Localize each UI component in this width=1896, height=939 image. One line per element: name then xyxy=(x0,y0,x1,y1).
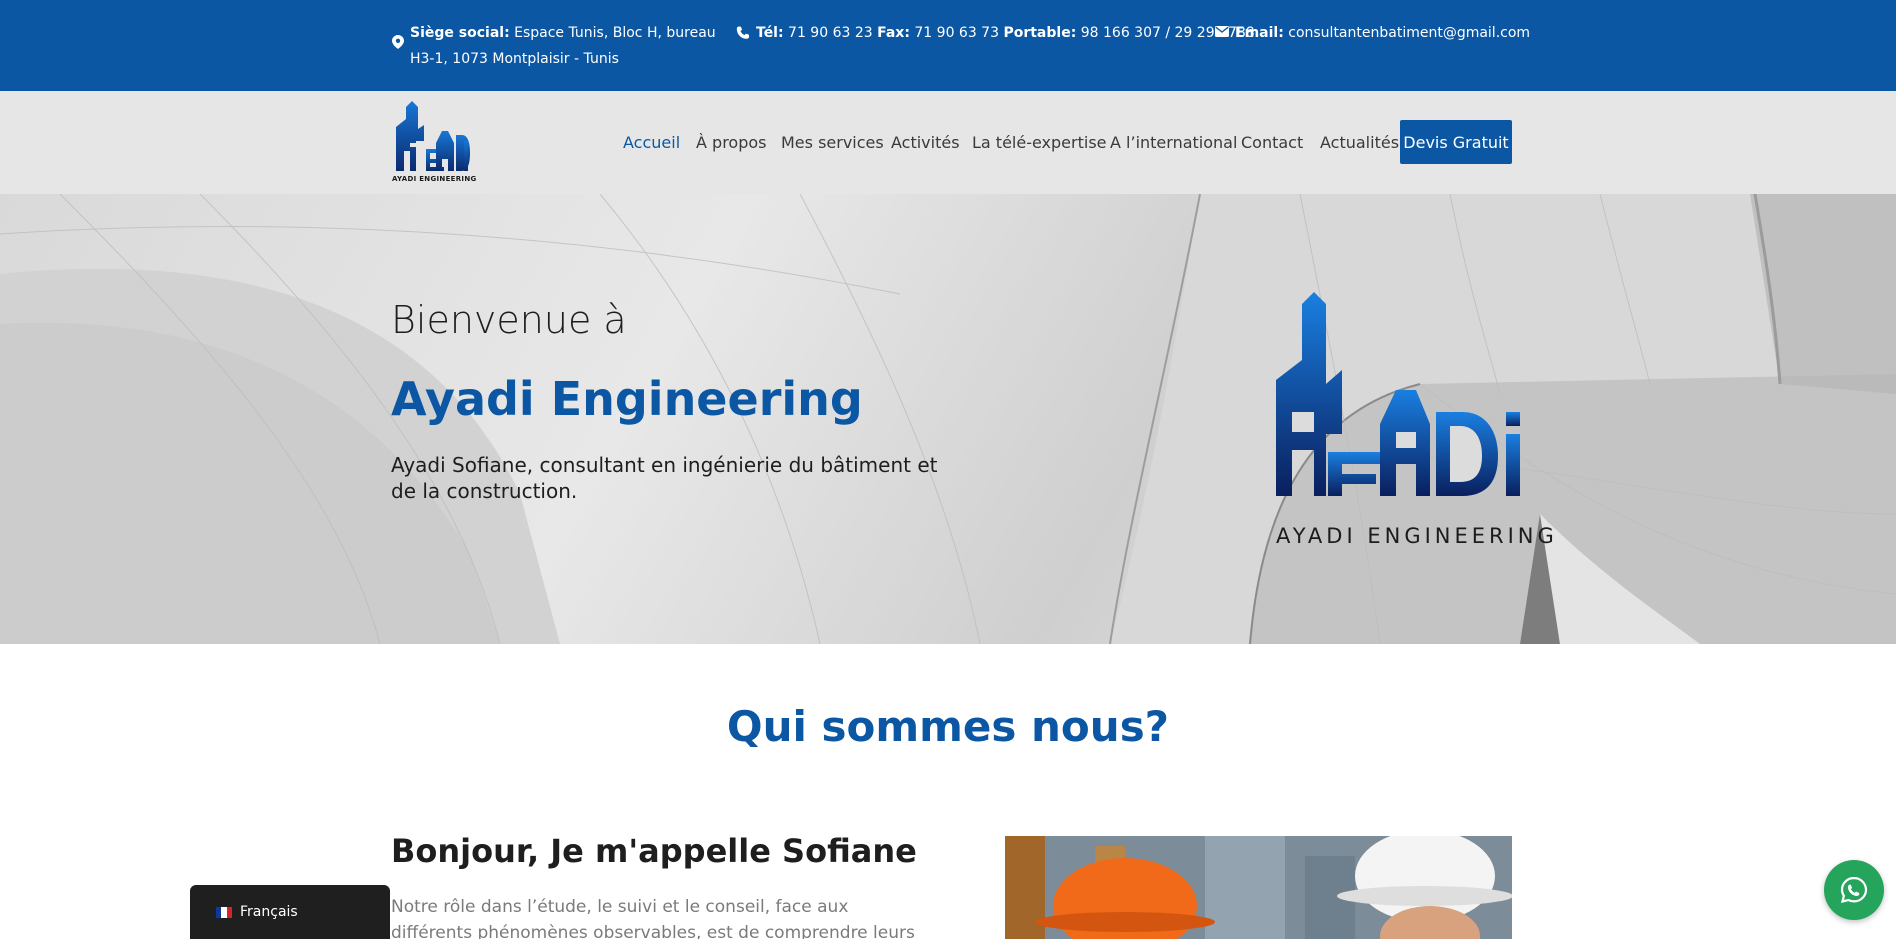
phone-info: Tél: 71 90 63 23 Fax: 71 90 63 73 Portab… xyxy=(736,20,1255,46)
engineers-photo-image xyxy=(1005,836,1512,939)
site-header: AYADI ENGINEERING Accueil À propos Mes s… xyxy=(0,91,1896,194)
hero-logo-caption: AYADI ENGINEERING xyxy=(1276,524,1558,548)
nav-a-propos[interactable]: À propos xyxy=(696,133,766,152)
top-info-bar: Siège social: Espace Tunis, Bloc H, bure… xyxy=(0,0,1896,91)
email-info: Email: consultantenbatiment@gmail.com xyxy=(1215,20,1530,46)
about-hello-heading: Bonjour, Je m'appelle Sofiane xyxy=(391,832,917,870)
language-label: Français xyxy=(240,904,298,920)
nav-tele-expertise[interactable]: La télé-expertise xyxy=(972,133,1107,152)
nav-contact[interactable]: Contact xyxy=(1241,133,1303,152)
email-value[interactable]: consultantenbatiment@gmail.com xyxy=(1288,25,1530,41)
address-label: Siège social: xyxy=(410,25,510,41)
address-info: Siège social: Espace Tunis, Bloc H, bure… xyxy=(392,20,722,72)
nav-accueil[interactable]: Accueil xyxy=(623,133,680,152)
tel-label: Tél: xyxy=(756,25,784,41)
about-text: Notre rôle dans l’étude, le suivi et le … xyxy=(391,897,915,939)
nav-international[interactable]: A l’international xyxy=(1110,133,1237,152)
fax-label: Fax: xyxy=(877,25,910,41)
nav-activites[interactable]: Activités xyxy=(891,133,960,152)
hero-logo-icon xyxy=(1276,292,1520,496)
hero-subtitle: Ayadi Sofiane, consultant en ingénierie … xyxy=(391,453,938,503)
site-logo[interactable]: AYADI ENGINEERING xyxy=(392,101,477,185)
nav-mes-services[interactable]: Mes services xyxy=(781,133,884,152)
logo-mark-icon xyxy=(396,101,470,171)
nav-actualites[interactable]: Actualités xyxy=(1320,133,1399,152)
hero-section: Bienvenue à Ayadi Engineering Ayadi Sofi… xyxy=(0,194,1896,644)
phone-icon xyxy=(736,26,750,40)
whatsapp-button[interactable] xyxy=(1824,860,1884,920)
email-label: Email: xyxy=(1235,25,1284,41)
envelope-icon xyxy=(1215,26,1229,37)
section-heading-about: Qui sommes nous? xyxy=(726,702,1170,751)
devis-gratuit-button[interactable]: Devis Gratuit xyxy=(1400,120,1512,164)
fax-value: 71 90 63 73 xyxy=(914,25,999,41)
tel-value[interactable]: 71 90 63 23 xyxy=(788,25,873,41)
engineers-photo xyxy=(1005,836,1512,939)
language-switcher[interactable]: Français xyxy=(190,885,390,939)
hero-background-image xyxy=(0,194,1896,644)
whatsapp-icon xyxy=(1840,876,1868,904)
mobile-label: Portable: xyxy=(1003,25,1077,41)
hero-welcome: Bienvenue à xyxy=(391,298,627,342)
map-pin-icon xyxy=(392,35,404,49)
hero-title: Ayadi Engineering xyxy=(391,372,863,426)
france-flag-icon xyxy=(216,906,232,918)
logo-caption: AYADI ENGINEERING xyxy=(392,175,477,183)
